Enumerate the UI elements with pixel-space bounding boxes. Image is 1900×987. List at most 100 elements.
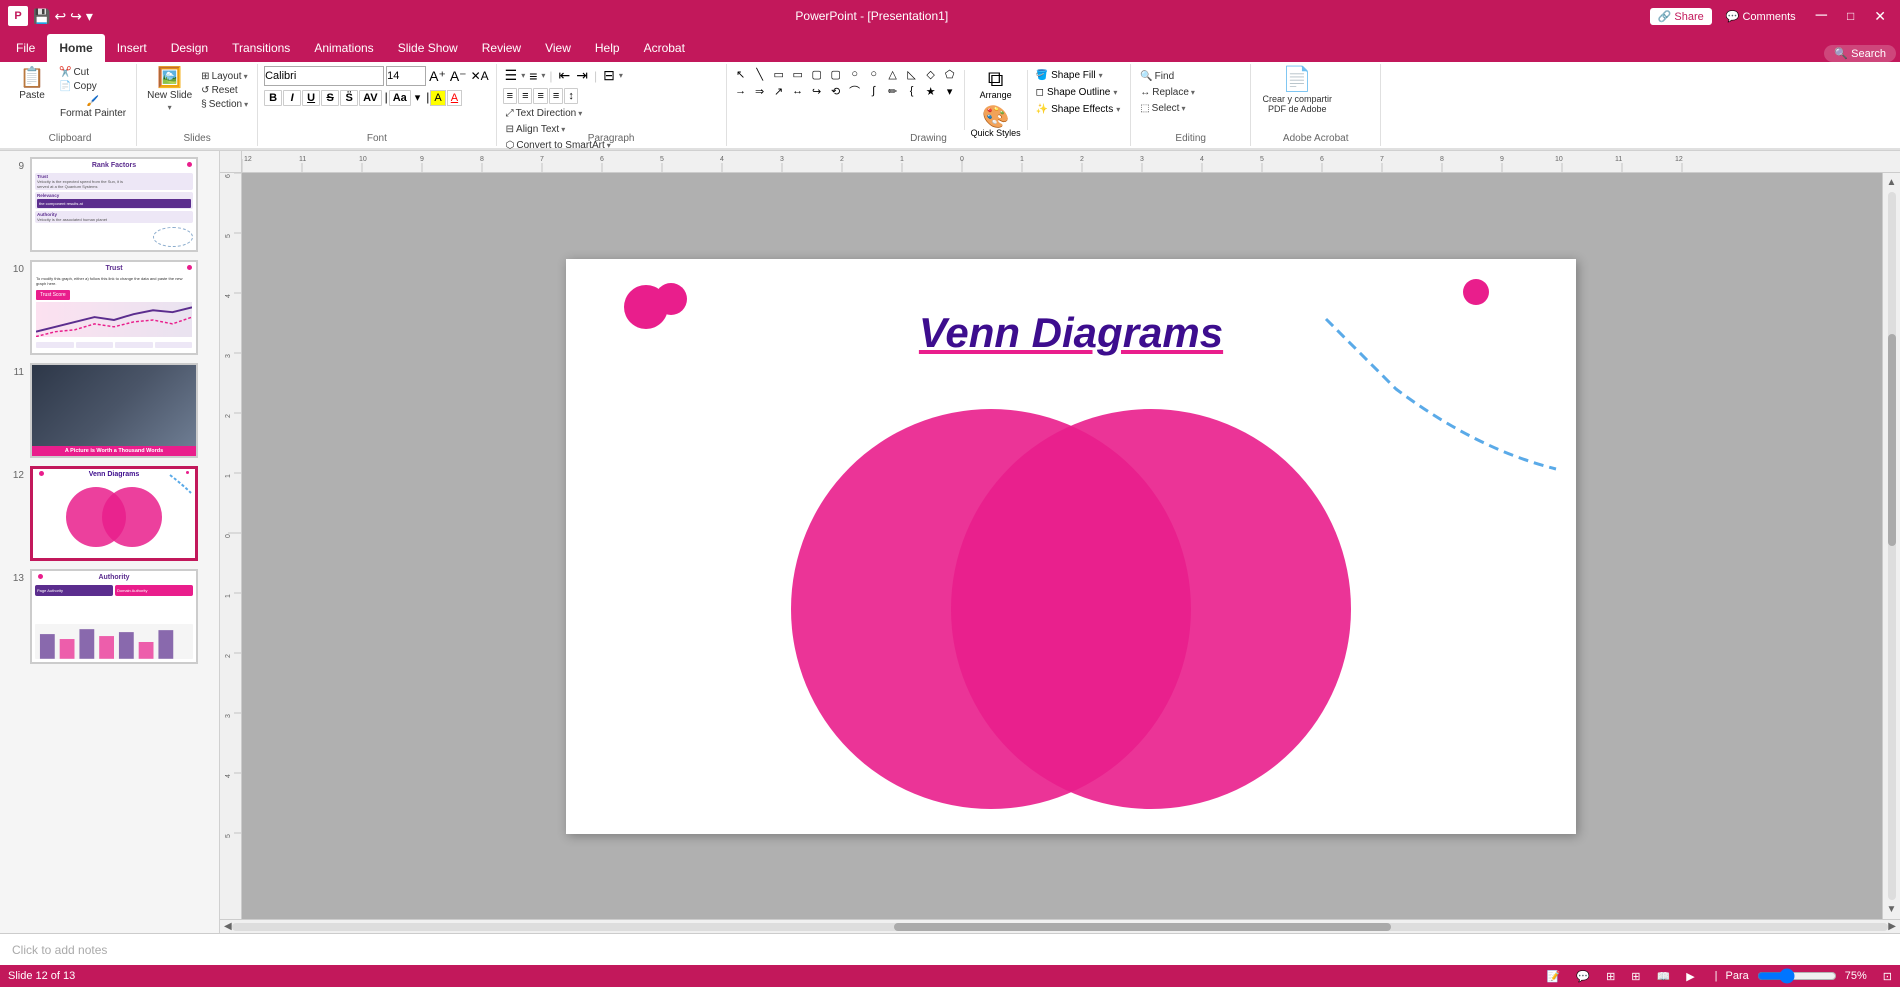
font-size-increase-aa[interactable]: Aa bbox=[389, 90, 411, 106]
layout-button[interactable]: ⊞Layout▾ bbox=[198, 70, 251, 83]
align-center-btn[interactable]: ≡ bbox=[518, 88, 532, 104]
shape-fill-btn[interactable]: 🪣 Shape Fill ▾ bbox=[1032, 68, 1125, 83]
slide-thumb-9[interactable]: 9 Rank Factors Trust Velocity is the exp… bbox=[4, 155, 215, 254]
shape-star5[interactable]: ★ bbox=[923, 83, 939, 99]
reset-button[interactable]: ↺Reset bbox=[198, 84, 251, 97]
shape-arc[interactable]: ⌒ bbox=[847, 83, 863, 99]
notes-bar[interactable]: Click to add notes bbox=[0, 933, 1900, 965]
increase-indent-btn[interactable]: ⇥ bbox=[574, 66, 590, 85]
italic-btn[interactable]: I bbox=[283, 90, 301, 106]
canvas-area[interactable]: Venn Diagrams ▲ bbox=[242, 173, 1900, 919]
close-btn[interactable]: ✕ bbox=[1868, 8, 1892, 25]
minimize-btn[interactable]: ─ bbox=[1810, 7, 1833, 25]
select-button[interactable]: ⬚ Select ▾ bbox=[1137, 102, 1198, 115]
comment-view-btn[interactable]: 💬 bbox=[1572, 970, 1594, 983]
col-dd-btn[interactable]: ▾ bbox=[619, 71, 623, 80]
bullets-btn[interactable]: ☰ bbox=[503, 66, 520, 85]
qat-undo[interactable]: ↩ bbox=[53, 7, 67, 26]
font-size-dd-btn[interactable]: ▾ bbox=[412, 90, 424, 106]
format-painter-button[interactable]: 🖌️Format Painter bbox=[56, 94, 130, 121]
align-left-btn[interactable]: ≡ bbox=[503, 88, 517, 104]
shape-rt-triangle[interactable]: ◺ bbox=[904, 66, 920, 82]
slide-thumb-12[interactable]: 12 Venn Diagrams bbox=[4, 464, 215, 563]
shape-rect[interactable]: ▭ bbox=[771, 66, 787, 82]
shape-triangle[interactable]: △ bbox=[885, 66, 901, 82]
zoom-slider[interactable] bbox=[1757, 970, 1837, 982]
h-scroll-thumb[interactable] bbox=[894, 923, 1391, 931]
shape-uturn[interactable]: ⟲ bbox=[828, 83, 844, 99]
decrease-indent-btn[interactable]: ⇤ bbox=[557, 66, 573, 85]
tab-design[interactable]: Design bbox=[159, 34, 220, 62]
qat-customize[interactable]: ▾ bbox=[85, 7, 94, 26]
comments-btn[interactable]: 💬 Comments bbox=[1720, 8, 1802, 25]
new-slide-button[interactable]: 🖼️ New Slide ▾ bbox=[143, 66, 196, 114]
copy-button[interactable]: 📄Copy bbox=[56, 80, 130, 93]
text-direction-btn[interactable]: ⤢ Text Direction ▾ bbox=[503, 107, 586, 120]
paste-button[interactable]: 📋 Paste bbox=[10, 66, 54, 103]
slide-title[interactable]: Venn Diagrams bbox=[919, 309, 1223, 357]
scroll-bottom-btn[interactable]: ▼ bbox=[1887, 904, 1897, 915]
reading-view-btn[interactable]: 📖 bbox=[1653, 970, 1675, 983]
tab-transitions[interactable]: Transitions bbox=[220, 34, 302, 62]
qat-redo[interactable]: ↪ bbox=[69, 7, 83, 26]
tab-insert[interactable]: Insert bbox=[105, 34, 159, 62]
cut-button[interactable]: ✂️Cut bbox=[56, 66, 130, 79]
slide-thumb-10[interactable]: 10 Trust To modify this graph, either a)… bbox=[4, 258, 215, 357]
section-button[interactable]: §Section▾ bbox=[198, 98, 251, 111]
strikethrough-btn[interactable]: S bbox=[321, 90, 339, 106]
shape-arrow2[interactable]: ⇒ bbox=[752, 83, 768, 99]
replace-button[interactable]: ↔ Replace ▾ bbox=[1137, 86, 1198, 99]
tab-help[interactable]: Help bbox=[583, 34, 632, 62]
share-btn[interactable]: 🔗 Share bbox=[1650, 8, 1712, 25]
font-size-input[interactable] bbox=[386, 66, 426, 86]
search-bar[interactable]: 🔍 Search bbox=[1824, 45, 1896, 62]
tab-view[interactable]: View bbox=[533, 34, 583, 62]
arrange-button[interactable]: ⧉ Arrange bbox=[969, 66, 1023, 102]
tab-slideshow[interactable]: Slide Show bbox=[386, 34, 470, 62]
shape-bend-arrow[interactable]: ↪ bbox=[809, 83, 825, 99]
shape-diamond[interactable]: ◇ bbox=[923, 66, 939, 82]
shape-more[interactable]: ▾ bbox=[942, 83, 958, 99]
align-right-btn[interactable]: ≡ bbox=[533, 88, 547, 104]
scroll-top-btn[interactable]: ▲ bbox=[1887, 177, 1897, 188]
shape-oval2[interactable]: ○ bbox=[866, 66, 882, 82]
numbering-dd-btn[interactable]: ▾ bbox=[541, 71, 545, 80]
create-pdf-button[interactable]: 📄 Crear y compartir PDF de Adobe bbox=[1257, 66, 1337, 116]
slide-thumb-11[interactable]: 11 A Picture is Worth a Thousand Words bbox=[4, 361, 215, 460]
notes-placeholder[interactable]: Click to add notes bbox=[12, 943, 107, 957]
justify-btn[interactable]: ≡ bbox=[549, 88, 563, 104]
bullets-dd-btn[interactable]: ▾ bbox=[521, 71, 525, 80]
numbering-btn[interactable]: ≡ bbox=[527, 67, 539, 85]
slideshow-btn[interactable]: ▶ bbox=[1682, 970, 1698, 983]
tab-acrobat[interactable]: Acrobat bbox=[632, 34, 697, 62]
char-spacing-btn[interactable]: AV bbox=[359, 90, 381, 106]
tab-animations[interactable]: Animations bbox=[302, 34, 385, 62]
shape-line[interactable]: ╲ bbox=[752, 66, 768, 82]
h-scroll-track[interactable] bbox=[232, 923, 1889, 931]
col-btn[interactable]: ⊟ bbox=[601, 66, 617, 85]
underline-btn[interactable]: U bbox=[302, 90, 320, 106]
shape-cursor[interactable]: ↖ bbox=[733, 66, 749, 82]
line-spacing-btn[interactable]: ↕ bbox=[564, 88, 578, 104]
notes-view-btn[interactable]: 📝 bbox=[1543, 970, 1565, 983]
slide-sorter-btn[interactable]: ⊞ bbox=[1627, 970, 1644, 983]
clear-format-btn[interactable]: ✕A bbox=[470, 68, 490, 84]
shape-freeform[interactable]: ✏ bbox=[885, 83, 901, 99]
font-color-btn[interactable]: A bbox=[447, 90, 462, 106]
shape-oval[interactable]: ○ bbox=[847, 66, 863, 82]
shape-curve[interactable]: ∫ bbox=[866, 83, 882, 99]
qat-save[interactable]: 💾 bbox=[32, 7, 51, 26]
font-name-input[interactable] bbox=[264, 66, 384, 86]
shape-arrow3[interactable]: ↗ bbox=[771, 83, 787, 99]
scroll-left-btn[interactable]: ◀ bbox=[224, 921, 232, 932]
scroll-right-btn[interactable]: ▶ bbox=[1888, 921, 1896, 932]
shape-arrow1[interactable]: → bbox=[733, 83, 749, 99]
shape-pentagon[interactable]: ⬠ bbox=[942, 66, 958, 82]
tab-file[interactable]: File bbox=[4, 34, 47, 62]
zoom-fit-btn[interactable]: ⊡ bbox=[1883, 970, 1892, 983]
normal-view-btn[interactable]: ⊞ bbox=[1602, 970, 1619, 983]
maximize-btn[interactable]: □ bbox=[1841, 9, 1860, 23]
tab-home[interactable]: Home bbox=[47, 34, 104, 62]
font-grow-btn[interactable]: A⁺ bbox=[428, 67, 447, 86]
shadow-btn[interactable]: S̈ bbox=[340, 90, 358, 106]
